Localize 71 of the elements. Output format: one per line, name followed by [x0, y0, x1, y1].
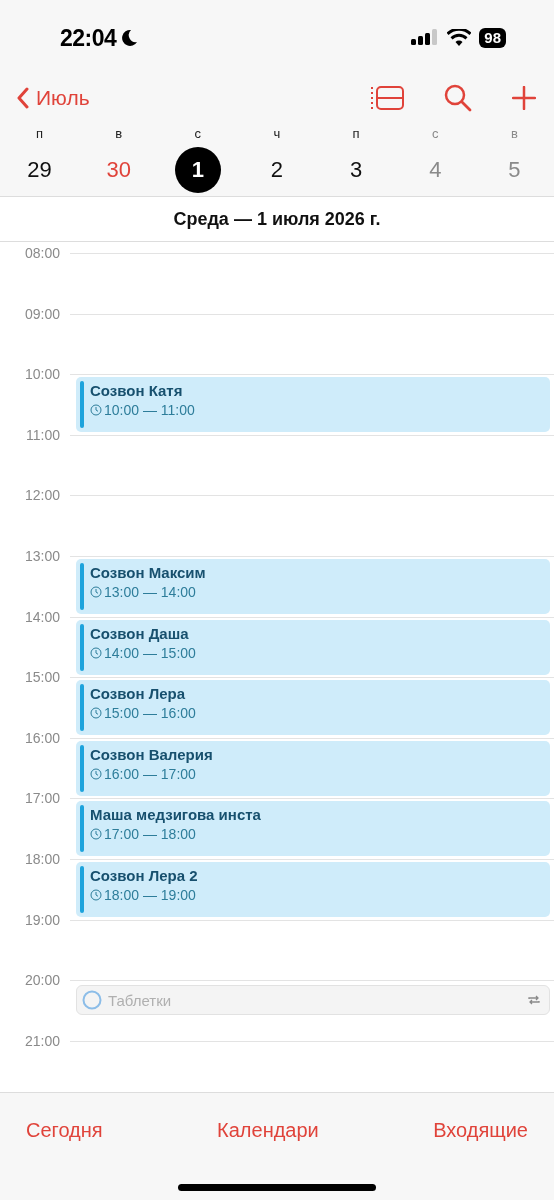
event-time: 13:00 — 14:00 [104, 582, 196, 601]
clock-icon [90, 767, 102, 780]
hour-label: 10:00 [23, 365, 60, 384]
hour-label: 11:00 [25, 425, 60, 444]
clock-icon [90, 828, 102, 841]
event-time: 17:00 — 18:00 [104, 825, 196, 844]
event-title: Созвон Лера [90, 684, 187, 705]
event-time: 16:00 — 17:00 [104, 764, 196, 783]
weekday-label: в [114, 125, 124, 143]
day-button[interactable]: 3 [333, 147, 380, 193]
hour-label: 18:00 [23, 849, 60, 868]
day-button[interactable]: 30 [95, 147, 142, 193]
checkbox-circle-icon[interactable] [82, 990, 102, 1011]
clock-icon [90, 888, 102, 901]
clock-icon [90, 646, 102, 659]
status-time: 22:04 [60, 24, 117, 52]
event-title: Созвон Даша [90, 623, 190, 644]
hour-label: 13:00 [23, 546, 60, 565]
toolbar-button[interactable]: Входящие [433, 1118, 528, 1142]
signal-icon [411, 29, 440, 47]
event-title: Созвон Максим [90, 562, 207, 583]
weekday-label: в [509, 125, 519, 143]
back-button[interactable]: Июль [16, 86, 90, 110]
moon-icon [120, 29, 139, 47]
list-view-button[interactable] [370, 85, 404, 111]
add-button[interactable] [512, 86, 536, 110]
event-title: Созвон Катя [90, 381, 184, 402]
hour-label: 09:00 [23, 304, 60, 323]
hour-label: 19:00 [23, 910, 60, 929]
hour-label: 17:00 [23, 789, 60, 808]
event-time: 15:00 — 16:00 [104, 704, 196, 723]
event-card[interactable]: Созвон Даша 14:00 — 15:00 [76, 619, 550, 675]
reminder-title: Таблетки [108, 991, 173, 1009]
repeat-icon [527, 994, 541, 1007]
chevron-left-icon [16, 87, 30, 109]
wifi-icon [447, 29, 472, 47]
date-title: Среда — 1 июля 2026 г. [173, 208, 381, 230]
event-card[interactable]: Созвон Катя 10:00 — 11:00 [76, 377, 550, 433]
battery-indicator: 98 [479, 28, 506, 48]
weekday-label: с [431, 125, 440, 143]
clock-icon [90, 585, 102, 598]
event-time: 18:00 — 19:00 [104, 885, 196, 904]
weekday-label: п [35, 125, 45, 143]
weekday-label: ч [272, 125, 282, 143]
event-card[interactable]: Созвон Валерия 16:00 — 17:00 [76, 740, 550, 796]
event-card[interactable]: Созвон Лера 15:00 — 16:00 [76, 680, 550, 736]
toolbar-button[interactable]: Сегодня [26, 1118, 103, 1142]
toolbar-button[interactable]: Календари [217, 1118, 319, 1142]
hour-label: 16:00 [23, 728, 60, 747]
event-title: Созвон Лера 2 [90, 865, 199, 886]
hour-label: 08:00 [23, 244, 60, 262]
hour-label: 15:00 [23, 668, 60, 687]
event-card[interactable]: Маша медзигова инста 17:00 — 18:00 [76, 801, 550, 857]
hour-label: 21:00 [23, 1031, 60, 1050]
event-title: Маша медзигова инста [90, 805, 262, 826]
weekday-label: п [351, 125, 361, 143]
event-title: Созвон Валерия [90, 744, 214, 765]
clock-icon [90, 404, 102, 417]
event-card[interactable]: Созвон Лера 2 18:00 — 19:00 [76, 861, 550, 917]
day-button[interactable]: 1 [174, 147, 221, 193]
event-time: 14:00 — 15:00 [104, 643, 196, 662]
hour-label: 12:00 [23, 486, 60, 505]
day-button[interactable]: 29 [16, 147, 63, 193]
clock-icon [90, 707, 102, 720]
hour-label: 20:00 [23, 971, 60, 990]
event-card[interactable]: Созвон Максим 13:00 — 14:00 [76, 558, 550, 614]
day-button[interactable]: 2 [254, 147, 300, 193]
hour-label: 14:00 [23, 607, 60, 626]
search-button[interactable] [444, 84, 472, 112]
weekday-label: с [193, 125, 203, 143]
event-time: 10:00 — 11:00 [104, 401, 195, 420]
